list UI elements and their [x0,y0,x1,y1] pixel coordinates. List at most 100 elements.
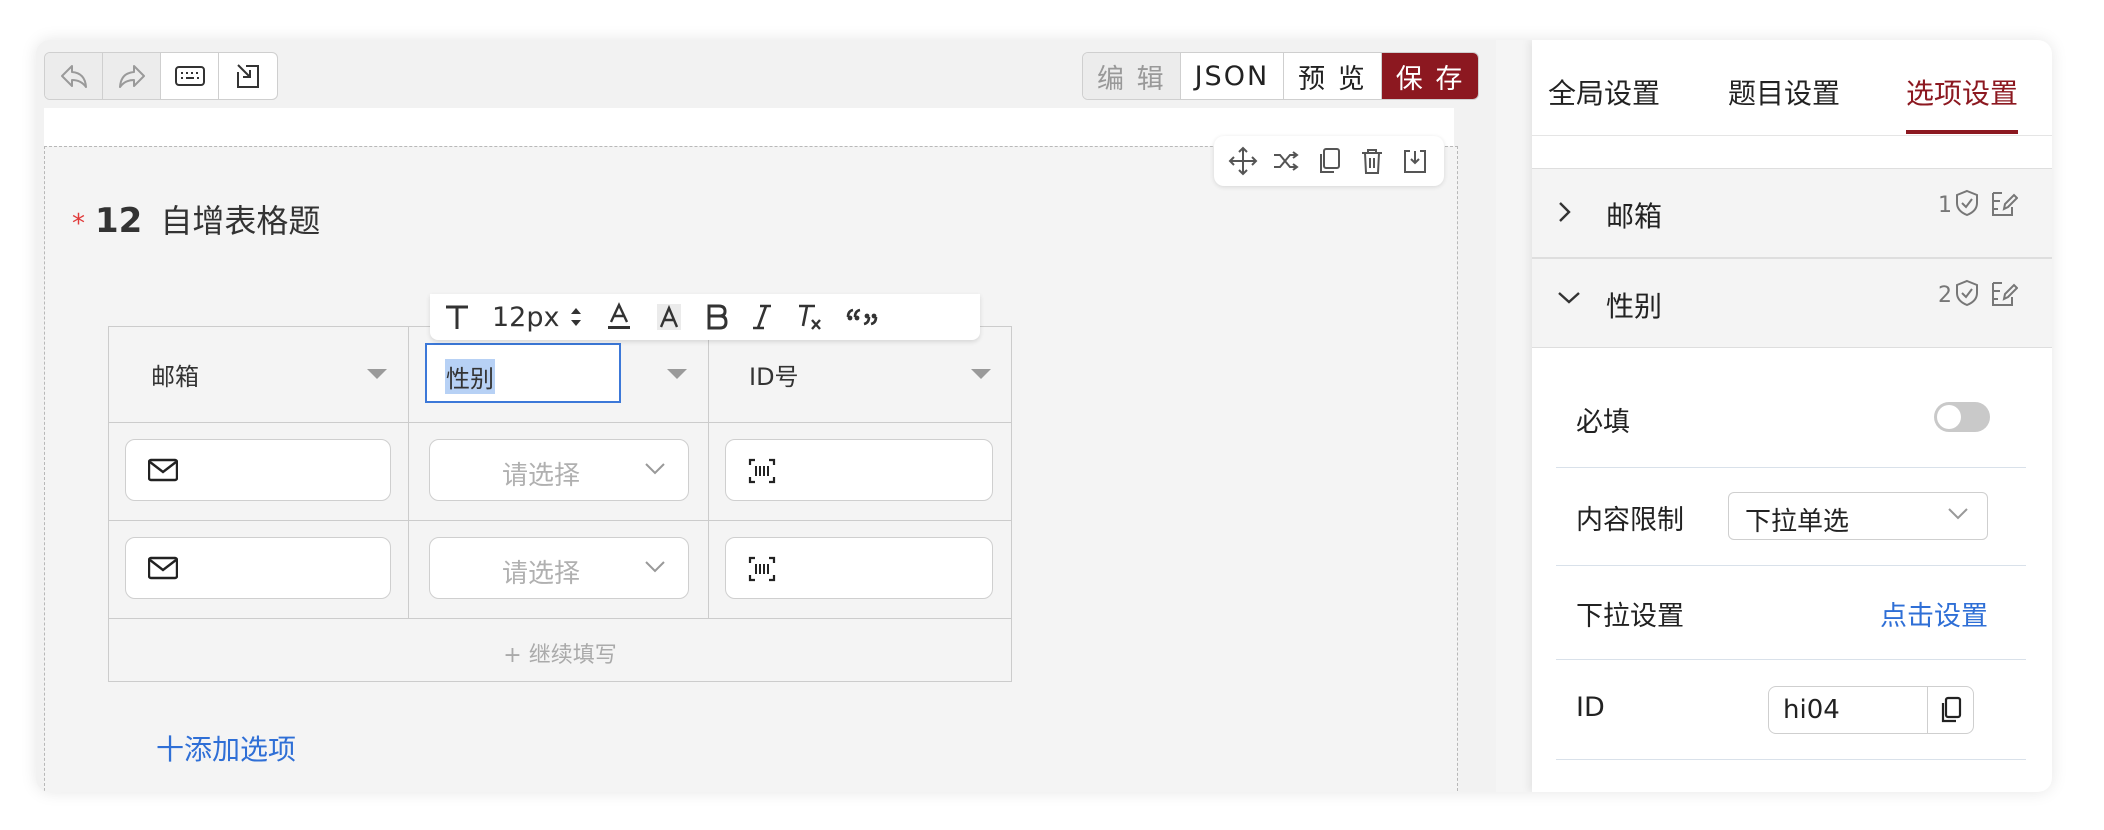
mail-icon [148,458,178,482]
question-title[interactable]: * 12 自增表格题 [72,196,320,242]
tab-global-settings[interactable]: 全局设置 [1548,72,1660,112]
settings-panel: 全局设置 题目设置 选项设置 邮箱 1 性别 2 必填 内容限制 下拉单选 下拉… [1532,40,2052,792]
font-size-stepper-icon [571,308,582,326]
gender-cell: 请选择 [409,521,709,618]
dropdown-settings-link[interactable]: 点击设置 [1880,594,1988,633]
id-value[interactable]: hi04 [1783,695,1840,725]
shield-check-icon[interactable] [1954,189,1980,217]
delete-button[interactable] [1355,144,1389,178]
undo-button[interactable] [45,53,103,99]
id-input[interactable] [725,439,993,501]
font-color-button[interactable] [605,300,633,334]
prop-row-id: ID hi04 [1556,660,2026,760]
content-limit-value: 下拉单选 [1745,507,1850,537]
required-mark: * [72,209,85,239]
preview-mode-button[interactable]: 预 览 [1284,53,1382,99]
italic-icon [753,304,772,330]
gender-cell: 请选择 [409,423,709,520]
email-cell [109,521,409,618]
question-number: 12 [95,201,143,241]
json-mode-button[interactable]: JSON [1181,53,1285,99]
copy-id-button[interactable] [1927,687,1973,733]
shield-check-icon[interactable] [1954,279,1980,307]
font-size-stepper[interactable]: 12px [492,300,583,334]
select-placeholder: 请选择 [502,559,581,589]
keyboard-button[interactable] [161,53,219,99]
id-field[interactable]: hi04 [1768,686,1974,734]
prop-row-dropdown: 下拉设置 点击设置 [1556,566,2026,660]
content-limit-select[interactable]: 下拉单选 [1728,492,1988,540]
table-row: 请选择 [109,521,1011,619]
gender-select[interactable]: 请选择 [429,537,689,599]
email-input[interactable] [125,537,391,599]
save-to-bank-icon [1403,150,1426,173]
question-tools [1214,136,1444,186]
font-color-icon [608,302,631,329]
option-item-email[interactable]: 邮箱 1 [1532,168,2052,258]
id-input[interactable] [725,537,993,599]
editor-window: 编 辑 JSON 预 览 保 存 * 12 自增表格题 邮箱 性别 ID号 请选… [36,40,2052,792]
caret-down-icon[interactable] [971,369,991,379]
move-button[interactable] [1226,144,1260,178]
option-item-gender[interactable]: 性别 2 [1532,258,2052,348]
option-name: 性别 [1606,290,1663,323]
mode-switcher: 编 辑 JSON 预 览 保 存 [1082,52,1480,100]
highlight-button[interactable] [655,300,683,334]
clear-format-button[interactable] [795,300,823,334]
import-button[interactable] [219,53,277,99]
save-button[interactable]: 保 存 [1381,53,1479,99]
keyboard-icon [174,66,205,86]
editor-canvas: 编 辑 JSON 预 览 保 存 * 12 自增表格题 邮箱 性别 ID号 请选… [36,40,1496,792]
prop-row-content-limit: 内容限制 下拉单选 [1556,468,2026,566]
email-input[interactable] [125,439,391,501]
table-row: 请选择 [109,423,1011,521]
continue-fill-button[interactable]: + 继续填写 [109,637,1011,669]
edit-mode-button[interactable]: 编 辑 [1083,53,1181,99]
bold-button[interactable] [705,300,729,334]
header-label: 邮箱 [151,363,199,391]
copy-button[interactable] [1312,144,1346,178]
id-cell [709,423,1011,520]
redo-button[interactable] [103,53,161,99]
highlight-icon [657,304,682,330]
active-tab-indicator [1906,130,2018,134]
shuffle-icon [1274,151,1299,171]
add-option-button[interactable]: 十添加选项 [156,728,296,768]
mail-icon [148,556,178,580]
text-style-button[interactable] [444,300,470,334]
header-cell-id[interactable]: ID号 [709,327,1011,422]
italic-button[interactable] [751,300,773,334]
bold-icon [707,304,728,330]
history-toolbar [44,52,278,100]
required-label: 必填 [1576,407,1630,438]
caret-down-icon[interactable] [367,369,387,379]
edit-list-icon[interactable] [1990,189,2018,217]
tab-question-settings[interactable]: 题目设置 [1728,72,1840,112]
id-cell [709,521,1011,618]
quote-button[interactable] [845,300,879,334]
question-title-text[interactable]: 自增表格题 [160,196,320,242]
save-to-bank-button[interactable] [1398,144,1432,178]
text-icon [446,305,468,329]
tab-option-settings[interactable]: 选项设置 [1906,72,2018,112]
copy-icon [1941,696,1961,723]
header-cell-gender[interactable]: 性别 [409,327,709,422]
required-toggle[interactable] [1934,402,1990,432]
gender-select[interactable]: 请选择 [429,439,689,501]
option-name: 邮箱 [1606,200,1663,233]
shuffle-button[interactable] [1269,144,1303,178]
quote-icon [847,308,878,326]
header-cell-email[interactable]: 邮箱 [109,327,409,422]
barcode-icon [748,556,776,582]
content-limit-label: 内容限制 [1576,505,1684,536]
dropdown-settings-label: 下拉设置 [1576,601,1684,632]
import-icon [237,64,259,88]
edit-list-icon[interactable] [1990,279,2018,307]
chevron-down-icon [645,463,665,475]
chevron-down-icon [645,561,665,573]
undo-icon [60,65,87,88]
caret-down-icon[interactable] [667,369,687,379]
text-format-toolbar: 12px [430,294,980,340]
header-edit-box[interactable]: 性别 [425,343,621,403]
header-label-selected[interactable]: 性别 [445,359,495,394]
